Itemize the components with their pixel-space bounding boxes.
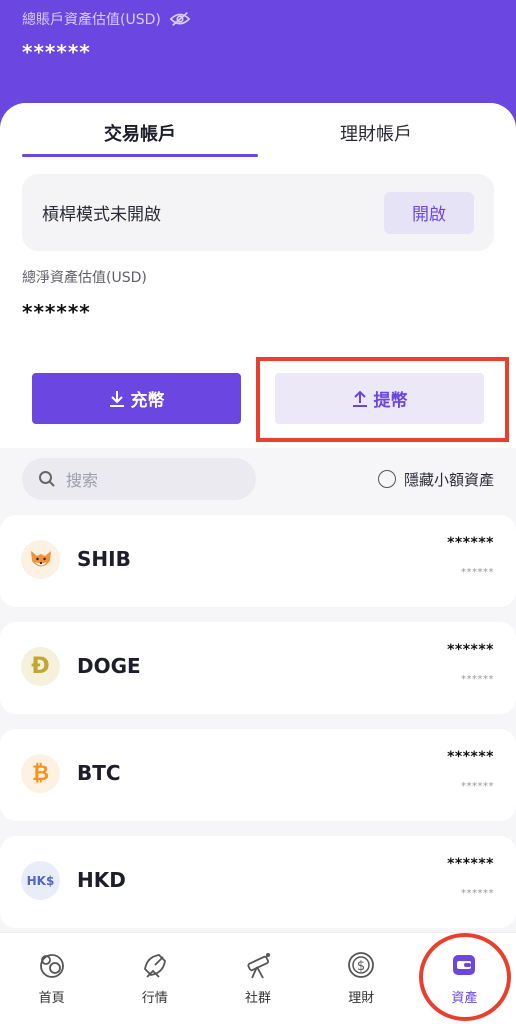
asset-row-shib[interactable]: SHIB ****** ****** <box>0 515 516 607</box>
leverage-banner: 槓桿模式未開啟 開啟 <box>22 174 494 251</box>
account-tabs: 交易帳戶 理財帳戶 <box>22 103 494 159</box>
doge-icon: Ð <box>21 647 60 686</box>
assets-nav-highlight-circle <box>419 933 511 1021</box>
coin-name: SHIB <box>77 547 131 571</box>
asset-row-doge[interactable]: Ð DOGE ****** ****** <box>0 622 516 714</box>
asset-row-hkd[interactable]: HK$ HKD ****** ****** <box>0 836 516 928</box>
enable-leverage-button[interactable]: 開啟 <box>384 191 474 234</box>
coin-name: DOGE <box>77 654 141 678</box>
coin-value: ****** <box>461 781 494 792</box>
telescope-icon <box>247 953 270 979</box>
nav-item-community[interactable]: 社群 <box>206 933 309 1024</box>
withdraw-highlight-box <box>256 357 509 442</box>
coin-amount: ****** <box>447 535 494 551</box>
nav-item-market[interactable]: 行情 <box>103 933 206 1024</box>
net-assets-label: 總淨資產估值(USD) <box>22 270 147 286</box>
nav-item-wealth[interactable]: $ 理財 <box>310 933 413 1024</box>
shib-icon <box>21 540 60 579</box>
nav-label: 首頁 <box>38 991 65 1006</box>
asset-list: SHIB ****** ****** Ð DOGE ****** ****** … <box>0 515 516 943</box>
radio-button[interactable] <box>377 470 396 488</box>
svg-text:$: $ <box>357 959 365 974</box>
coin-value: ****** <box>461 888 494 899</box>
coin-value: ****** <box>461 674 494 685</box>
btc-icon: ₿ <box>21 754 60 793</box>
dollar-coin-icon: $ <box>348 952 375 978</box>
download-icon <box>109 390 124 407</box>
deposit-button[interactable]: 充幣 <box>32 373 241 424</box>
tab-underline <box>22 154 258 157</box>
nav-label: 社群 <box>245 991 272 1006</box>
home-icon <box>39 954 64 978</box>
leverage-status-text: 槓桿模式未開啟 <box>42 205 161 225</box>
coin-value: ****** <box>461 567 494 578</box>
total-assets-label: 總賬戶資產估值(USD) <box>22 9 191 29</box>
coin-amount: ****** <box>447 856 494 872</box>
search-icon <box>39 471 55 487</box>
assets-sheet: 交易帳戶 理財帳戶 槓桿模式未開啟 開啟 總淨資產估值(USD) ****** … <box>0 103 516 1024</box>
account-card: 交易帳戶 理財帳戶 槓桿模式未開啟 開啟 總淨資產估值(USD) ****** … <box>0 103 516 448</box>
satellite-icon <box>143 954 166 978</box>
deposit-label: 充幣 <box>130 391 165 411</box>
coin-amount: ****** <box>447 642 494 658</box>
hide-small-assets-toggle[interactable]: 隱藏小額資產 <box>377 469 494 490</box>
hide-small-assets-label: 隱藏小額資產 <box>403 470 494 489</box>
tab-trading-account[interactable]: 交易帳戶 <box>22 103 258 159</box>
nav-label: 理財 <box>348 991 375 1006</box>
coin-amount: ****** <box>447 749 494 765</box>
nav-label: 行情 <box>141 991 168 1006</box>
search-input[interactable]: 搜索 <box>22 458 256 500</box>
eye-slash-icon[interactable] <box>169 11 191 27</box>
nav-item-home[interactable]: 首頁 <box>0 933 103 1024</box>
total-assets-value: ****** <box>22 40 91 64</box>
coin-name: BTC <box>77 761 121 785</box>
search-row: 搜索 隱藏小額資產 <box>22 458 494 500</box>
coin-name: HKD <box>77 868 126 892</box>
net-assets-value: ****** <box>22 300 91 324</box>
hkd-icon: HK$ <box>21 861 60 900</box>
tab-wealth-account[interactable]: 理財帳戶 <box>258 103 494 159</box>
search-placeholder: 搜索 <box>66 471 99 490</box>
asset-row-btc[interactable]: ₿ BTC ****** ****** <box>0 729 516 821</box>
